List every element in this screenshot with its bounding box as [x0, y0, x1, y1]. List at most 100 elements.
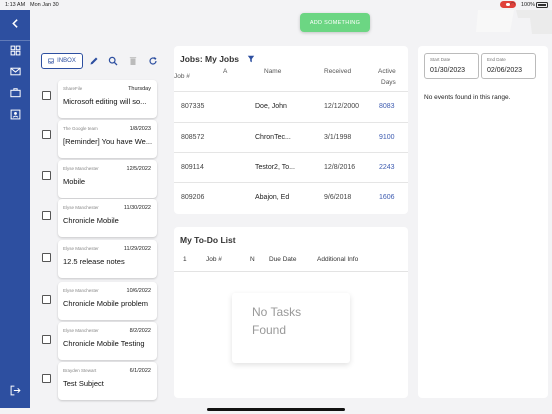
message-item[interactable]: Brayden Stewart 6/1/2022 Test Subject [58, 362, 157, 400]
add-something-button[interactable]: ADD SOMETHING [300, 13, 370, 32]
message-subject: Test Subject [63, 379, 104, 388]
message-date: 10/6/2022 [126, 288, 151, 294]
column-header-days: Days [381, 79, 396, 86]
message-item[interactable]: The Google team 1/8/2023 [Reminder] You … [58, 120, 157, 158]
message-sender: Elyse Manchester [63, 246, 99, 251]
message-checkbox[interactable] [42, 335, 51, 344]
column-header-a[interactable]: A [223, 68, 227, 75]
message-item[interactable]: Elyse Manchester 12/5/2022 Mobile [58, 160, 157, 198]
job-number: 809114 [181, 164, 204, 171]
wifi-icon: ◠ [510, 2, 516, 8]
start-date-label: Start Date [430, 57, 451, 62]
refresh-icon [149, 57, 157, 65]
job-name: Abajon, Ed [255, 194, 290, 201]
job-number: 809206 [181, 194, 205, 201]
message-checkbox[interactable] [42, 130, 51, 139]
end-date-label: End Date [487, 57, 506, 62]
collapse-sidebar-button[interactable] [0, 13, 30, 33]
message-subject: [Reminder] You have We... [63, 137, 153, 146]
job-name: Testor2, To... [255, 164, 295, 171]
logout-icon [10, 385, 21, 395]
message-date: Thursday [128, 86, 151, 92]
home-indicator[interactable] [207, 408, 345, 411]
sidebar-item-dashboard[interactable] [0, 40, 30, 60]
table-row[interactable]: 809114 Testor2, To... 12/8/2016 2243 [174, 152, 408, 182]
logout-button[interactable] [0, 380, 30, 400]
job-active-days: 8083 [379, 103, 395, 110]
message-checkbox[interactable] [42, 91, 51, 100]
todo-column-job[interactable]: Job # [206, 256, 222, 263]
message-sender: Elyse Manchester [63, 328, 99, 333]
message-date: 6/1/2022 [129, 368, 151, 374]
job-name: Doe, John [255, 103, 287, 110]
message-date: 12/5/2022 [126, 166, 151, 172]
message-date: 1/8/2023 [129, 126, 151, 132]
message-item[interactable]: ShareFile Thursday Microsoft editing wil… [58, 80, 157, 118]
message-item[interactable]: Elyse Manchester 8/2/2022 Chronicle Mobi… [58, 322, 157, 360]
todo-column-1[interactable]: 1 [183, 256, 187, 263]
end-date-field[interactable]: End Date 02/06/2023 [481, 53, 536, 79]
job-active-days: 9100 [379, 134, 395, 141]
inbox-button[interactable]: INBOX [41, 53, 83, 69]
todo-panel: My To-Do List 1 Job # N Due Date Additio… [174, 227, 408, 398]
message-subject: Chronicle Mobile Testing [63, 339, 145, 348]
message-checkbox[interactable] [42, 374, 51, 383]
search-button[interactable] [107, 55, 119, 67]
table-row[interactable]: 807335 Doe, John 12/12/2000 8083 [174, 91, 408, 121]
inbox-icon [48, 58, 54, 64]
column-header-job[interactable]: Job # [174, 73, 190, 80]
message-checkbox[interactable] [42, 171, 51, 180]
table-row[interactable]: 809206 Abajon, Ed 9/6/2018 1606 [174, 182, 408, 212]
delete-button[interactable] [127, 55, 139, 67]
todo-column-n[interactable]: N [250, 256, 255, 263]
job-received: 12/8/2016 [324, 164, 356, 171]
start-date-field[interactable]: Start Date 01/30/2023 [424, 53, 479, 79]
status-date: Mon Jan 30 [30, 2, 59, 8]
message-item[interactable]: Elyse Manchester 10/6/2022 Chronicle Mob… [58, 282, 157, 320]
message-sender: Elyse Manchester [63, 166, 99, 171]
sidebar-item-jobs[interactable] [0, 82, 30, 102]
empty-events-message: No events found in this range. [424, 94, 511, 101]
message-sender: ShareFile [63, 86, 83, 91]
todo-column-additional-info[interactable]: Additional Info [317, 256, 358, 263]
briefcase-icon [9, 87, 21, 97]
filter-icon[interactable] [247, 55, 255, 63]
message-item[interactable]: Elyse Manchester 11/29/2022 12.5 release… [58, 240, 157, 278]
column-header-active[interactable]: Active [378, 68, 396, 75]
pencil-icon [90, 57, 98, 65]
message-checkbox[interactable] [42, 253, 51, 262]
message-checkbox[interactable] [42, 211, 51, 220]
message-sender: Brayden Stewart [63, 368, 97, 373]
sidebar-item-contacts[interactable] [0, 104, 30, 124]
decorative-logo-shapes [476, 10, 552, 34]
end-date-value: 02/06/2023 [487, 67, 523, 74]
message-checkbox[interactable] [42, 295, 51, 304]
job-received: 3/1/1998 [324, 134, 352, 141]
message-date: 11/29/2022 [123, 246, 151, 252]
start-date-value: 01/30/2023 [430, 67, 466, 74]
message-sender: The Google team [63, 126, 98, 131]
todo-column-due-date[interactable]: Due Date [269, 256, 296, 263]
empty-todo-line-2: Found [252, 323, 287, 337]
sidebar-item-mail[interactable] [0, 61, 30, 81]
message-date: 8/2/2022 [129, 328, 151, 334]
inbox-button-label: INBOX [57, 58, 76, 64]
message-date: 11/30/2022 [123, 205, 151, 211]
compose-button[interactable] [88, 55, 100, 67]
mail-icon [9, 67, 21, 75]
job-number: 807335 [181, 103, 205, 110]
empty-todo-line-1: No Tasks [252, 305, 302, 319]
message-subject: Chronicle Mobile [63, 216, 119, 225]
refresh-button[interactable] [147, 55, 159, 67]
message-sender: Elyse Manchester [63, 288, 99, 293]
message-sender: Elyse Manchester [63, 205, 99, 210]
table-row[interactable]: 808572 ChronTec... 3/1/1998 9100 [174, 122, 408, 152]
column-header-received[interactable]: Received [324, 68, 351, 75]
job-received: 9/6/2018 [324, 194, 352, 201]
column-header-name[interactable]: Name [264, 68, 281, 75]
events-panel: Start Date 01/30/2023 End Date 02/06/202… [418, 46, 548, 398]
sidebar [0, 10, 30, 408]
contact-card-icon [10, 109, 20, 119]
empty-todo-message: No Tasks Found [232, 293, 350, 363]
message-item[interactable]: Elyse Manchester 11/30/2022 Chronicle Mo… [58, 199, 157, 237]
